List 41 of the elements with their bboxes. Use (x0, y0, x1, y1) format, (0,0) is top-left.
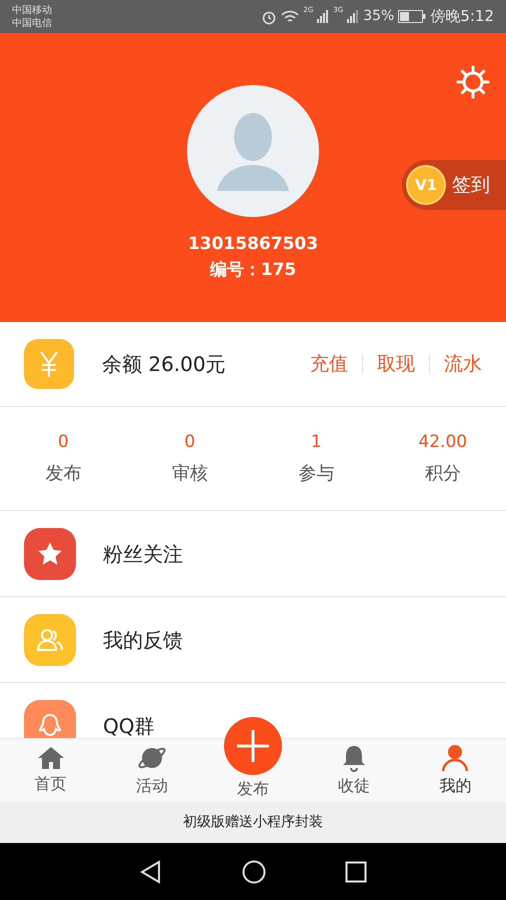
member-id: 编号：175 (210, 259, 296, 281)
menu-item[interactable]: 我的反馈 (0, 597, 506, 683)
yen-icon (24, 339, 74, 389)
settings-icon[interactable] (456, 65, 490, 99)
person-icon (440, 744, 470, 772)
balance-action-link[interactable]: 取现 (377, 350, 415, 378)
stat-value: 0 (184, 431, 196, 454)
battery-percent: 35% (363, 7, 394, 26)
stat-label: 审核 (172, 462, 208, 486)
stat-label: 参与 (298, 462, 334, 486)
people-icon (24, 614, 76, 666)
sign-in-button[interactable]: V1 签到 (402, 160, 506, 210)
recents-icon[interactable] (344, 860, 367, 882)
star-icon (24, 528, 76, 580)
tab-item[interactable]: 收徒 (304, 739, 405, 802)
wifi-icon (281, 10, 300, 24)
alarm-icon (261, 8, 278, 24)
level-badge: V1 (406, 165, 446, 205)
clock-time: 傍晚5:12 (430, 6, 494, 28)
stat-value: 42.00 (418, 431, 468, 454)
balance-text: 余额 26.00元 (102, 351, 227, 378)
stat-label: 积分 (424, 462, 461, 486)
battery-icon (398, 10, 426, 23)
home-button-icon[interactable] (242, 860, 266, 884)
carrier-name: 中国电信 (12, 16, 52, 30)
balance-action-link[interactable]: 流水 (444, 350, 482, 378)
tab-item[interactable]: 发布 (202, 717, 304, 802)
stat-value: 1 (310, 431, 322, 454)
signal-icon (317, 10, 330, 23)
promo-banner: 初级版赠送小程序封装 (0, 802, 506, 843)
phone-number: 13015867503 (188, 233, 318, 255)
balance-action-link[interactable]: 充值 (310, 350, 348, 378)
tab-item[interactable]: 我的 (404, 739, 506, 802)
carrier-name: 中国移动 (12, 4, 52, 16)
tab-item[interactable]: 活动 (101, 739, 202, 802)
stat-value: 0 (58, 431, 69, 454)
menu-item[interactable]: 粉丝关注 (0, 511, 506, 597)
home-icon (36, 746, 65, 770)
tab-item[interactable]: 首页 (0, 739, 102, 802)
signal-icon (347, 10, 360, 23)
stat-label: 发布 (45, 462, 82, 486)
